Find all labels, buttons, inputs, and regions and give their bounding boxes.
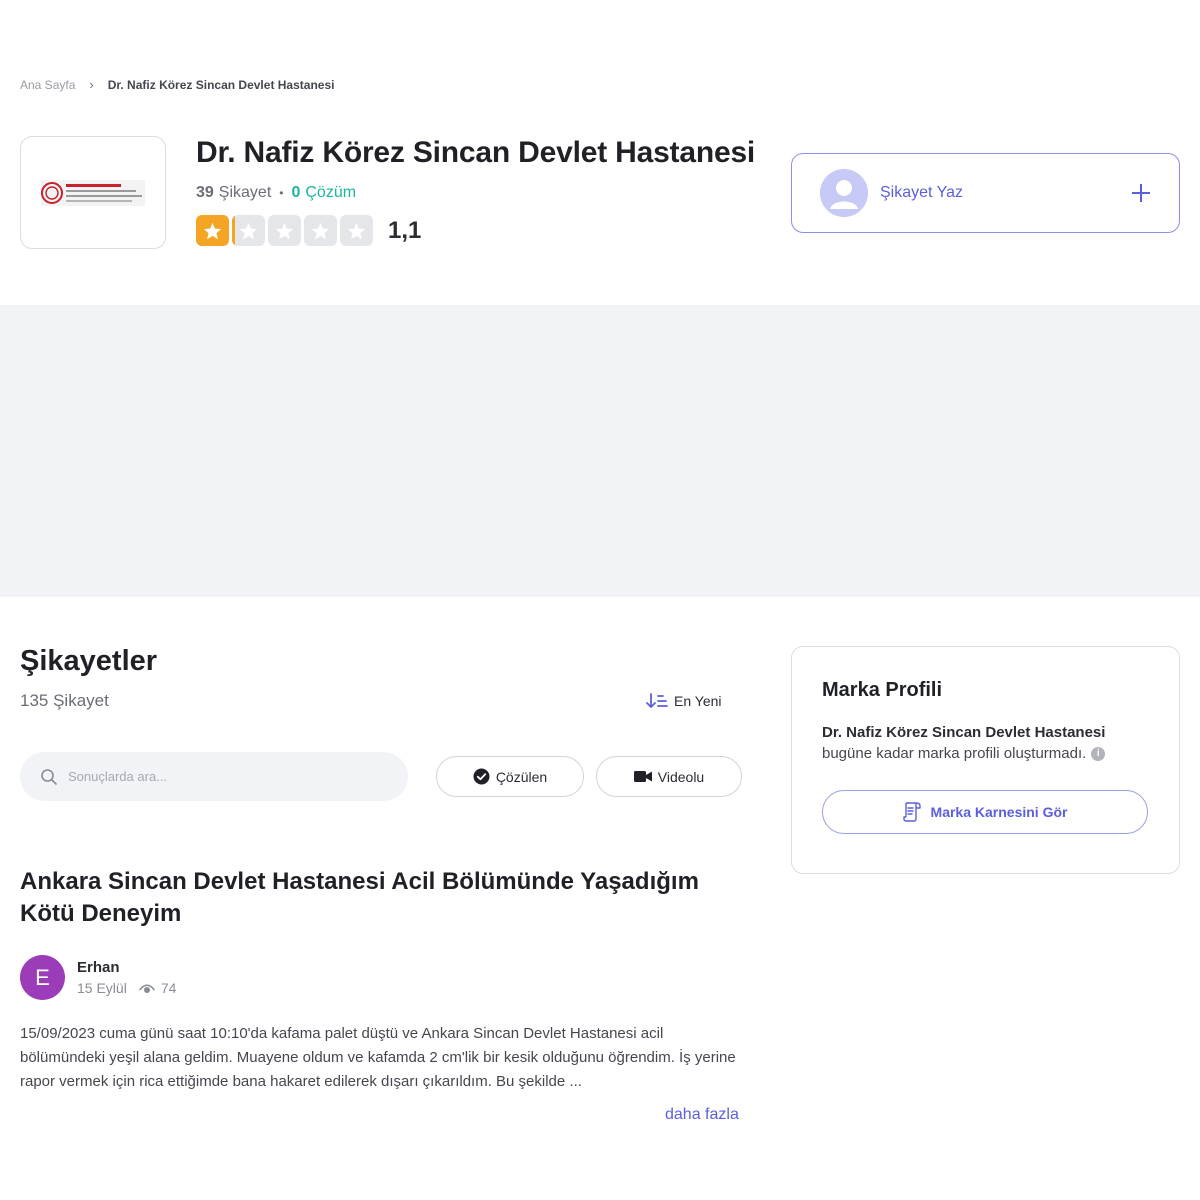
sort-label: En Yeni (674, 693, 722, 709)
document-icon (902, 802, 921, 822)
breadcrumb-home-link[interactable]: Ana Sayfa (20, 78, 75, 92)
complaint-date: 15 Eylül (77, 980, 127, 996)
video-camera-icon (633, 771, 652, 782)
scorecard-button-label: Marka Karnesini Gör (930, 804, 1068, 820)
user-avatar-icon (820, 169, 868, 217)
brand-logo (20, 136, 166, 249)
complaints-count: 135 Şikayet (20, 691, 109, 710)
brand-title: Dr. Nafiz Körez Sincan Devlet Hastanesi (196, 136, 756, 169)
rating-stars: 1,1 (196, 215, 421, 246)
filter-video-label: Videolu (657, 768, 705, 785)
separator-dot: • (279, 186, 284, 200)
view-count: 74 (139, 980, 177, 996)
brand-profile-card: Marka Profili Dr. Nafiz Körez Sincan Dev… (791, 646, 1180, 874)
star-icon (232, 215, 265, 246)
brand-profile-description: bugüne kadar marka profili oluşturmadı. … (822, 745, 1149, 762)
complaint-body: 15/09/2023 cuma günü saat 10:10'da kafam… (20, 1025, 736, 1090)
filter-solved-button[interactable]: Çözülen (436, 756, 584, 797)
author-name: Erhan (77, 959, 120, 976)
sort-icon (646, 693, 668, 708)
brand-profile-description-text: bugüne kadar marka profili oluşturmadı. (822, 745, 1087, 762)
brand-profile-title: Marka Profili (822, 679, 943, 701)
stars-container (196, 215, 376, 246)
complaint-title-link[interactable]: Ankara Sincan Devlet Hastanesi Acil Bölü… (20, 866, 742, 930)
brand-profile-name: Dr. Nafiz Körez Sincan Devlet Hastanesi (822, 724, 1106, 741)
solved-count-label: Çözüm (305, 184, 357, 201)
read-more-link[interactable]: daha fazla (665, 1106, 739, 1124)
author-meta: Erhan 15 Eylül 74 (77, 959, 176, 996)
complaints-section-title: Şikayetler (20, 645, 158, 677)
rating-score: 1,1 (388, 216, 422, 244)
solved-stat: 0 Çözüm (291, 184, 356, 202)
write-complaint-button[interactable]: Şikayet Yaz (791, 153, 1180, 233)
ministry-of-health-logo-icon (41, 179, 145, 206)
search-icon (41, 768, 57, 785)
search-box (20, 752, 408, 801)
breadcrumb: Ana Sayfa › Dr. Nafiz Körez Sincan Devle… (20, 77, 334, 92)
view-count-value: 74 (160, 980, 177, 996)
info-icon[interactable]: i (1091, 746, 1106, 761)
star-icon (268, 215, 301, 246)
star-icon (196, 215, 229, 246)
filter-video-button[interactable]: Videolu (596, 756, 742, 797)
scorecard-button[interactable]: Marka Karnesini Gör (822, 790, 1148, 834)
star-icon (304, 215, 337, 246)
write-complaint-label: Şikayet Yaz (880, 184, 964, 201)
plus-icon (1131, 183, 1151, 203)
avatar: E (20, 955, 65, 1000)
search-input[interactable] (68, 769, 368, 784)
complaint-count: 39 (196, 184, 214, 201)
complaint-count-label: Şikayet (218, 184, 272, 201)
solved-count: 0 (291, 184, 301, 201)
filter-solved-label: Çözülen (495, 768, 548, 785)
star-icon (340, 215, 373, 246)
author-sub: 15 Eylül 74 (77, 980, 176, 996)
eye-icon (139, 984, 155, 993)
check-circle-icon (473, 768, 490, 785)
brand-stats: 39 Şikayet • 0 Çözüm (196, 184, 356, 202)
chevron-right-icon: › (89, 77, 94, 92)
complaint-author: E Erhan 15 Eylül 74 (20, 955, 176, 1000)
sort-button[interactable]: En Yeni (646, 693, 722, 709)
ad-banner-area (0, 305, 1200, 597)
breadcrumb-current: Dr. Nafiz Körez Sincan Devlet Hastanesi (107, 77, 335, 92)
